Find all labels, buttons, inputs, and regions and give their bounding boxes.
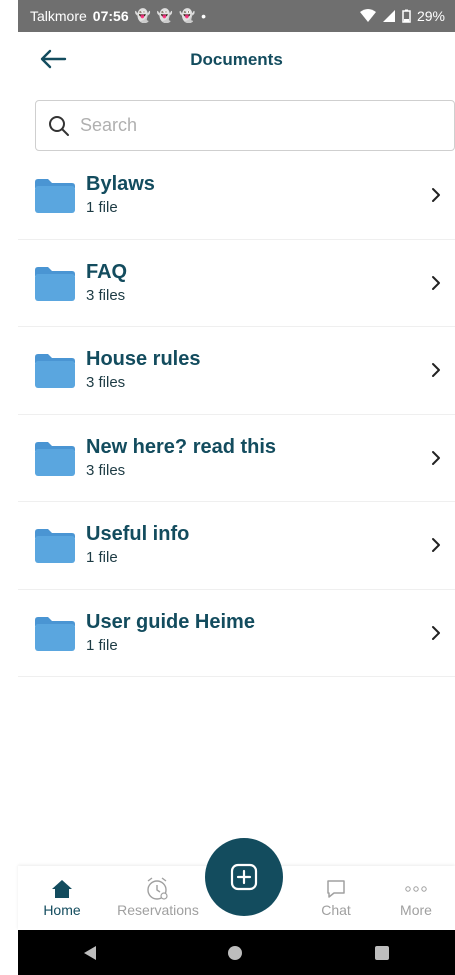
folder-file-count: 1 file — [86, 636, 118, 654]
nav-home[interactable]: Home — [22, 876, 102, 918]
alarm-clock-icon — [147, 877, 168, 900]
battery-icon — [402, 9, 411, 23]
folder-file-count: 1 file — [86, 199, 118, 216]
app-bar: Documents — [18, 32, 455, 88]
folder-file-count: 3 files — [86, 286, 126, 304]
plus-square-icon — [230, 863, 258, 891]
back-button[interactable] — [38, 44, 68, 74]
folder-icon — [35, 179, 75, 213]
add-button[interactable] — [205, 838, 283, 916]
notification-dot-icon: • — [201, 8, 207, 24]
folder-icon — [35, 616, 75, 651]
nav-more-label: More — [400, 902, 432, 918]
nav-chat-label: Chat — [321, 902, 351, 918]
chevron-right-icon — [432, 538, 440, 552]
carrier-label: Talkmore — [30, 8, 87, 24]
more-dots-icon — [405, 886, 427, 892]
folder-row[interactable]: New here? read this 3 files — [18, 415, 455, 502]
arrow-left-icon — [40, 49, 67, 69]
status-time: 07:56 — [92, 8, 129, 24]
search-icon — [49, 115, 69, 136]
nav-more[interactable]: More — [386, 876, 446, 918]
chevron-right-icon — [432, 363, 440, 377]
search-field[interactable] — [35, 100, 455, 151]
folder-row[interactable]: House rules 3 files — [18, 327, 455, 415]
folder-row[interactable]: User guide Heime 1 file — [18, 590, 455, 677]
page-title: Documents — [190, 50, 283, 69]
folder-name: FAQ — [86, 260, 128, 283]
folder-row[interactable]: Bylaws 1 file — [18, 152, 455, 240]
search-input[interactable] — [80, 115, 410, 136]
status-bar: Talkmore 07:56 👻 👻 👻 • 29% — [18, 0, 455, 32]
snapchat-icon: 👻 — [156, 8, 173, 23]
battery-percent: 29% — [416, 8, 445, 24]
folder-icon — [35, 441, 75, 476]
chevron-right-icon — [432, 450, 440, 465]
wifi-icon — [359, 9, 376, 22]
system-navigation-bar — [18, 930, 455, 975]
nav-chat[interactable]: Chat — [296, 876, 376, 918]
snapchat-icon: 👻 — [178, 8, 196, 23]
folder-list: Bylaws 1 file FAQ 3 files House rules 3 … — [18, 152, 455, 677]
chevron-right-icon — [432, 188, 440, 202]
folder-row[interactable]: Useful info 1 file — [18, 502, 455, 590]
folder-row[interactable]: FAQ 3 files — [18, 240, 455, 327]
home-icon — [52, 880, 72, 898]
folder-file-count: 1 file — [86, 549, 118, 566]
nav-reservations[interactable]: Reservations — [113, 876, 203, 918]
folder-name: Useful info — [86, 523, 190, 545]
folder-file-count: 3 files — [86, 461, 126, 479]
nav-home-label: Home — [43, 902, 81, 918]
back-triangle-icon[interactable] — [83, 945, 97, 961]
chat-icon — [327, 880, 345, 898]
nav-reservations-label: Reservations — [117, 902, 199, 918]
folder-file-count: 3 files — [86, 374, 126, 391]
chevron-right-icon — [432, 625, 440, 640]
chevron-right-icon — [432, 275, 440, 290]
folder-name: House rules — [86, 348, 201, 370]
recents-square-icon[interactable] — [374, 945, 390, 961]
folder-name: User guide Heime — [86, 610, 255, 633]
folder-icon — [35, 354, 75, 388]
home-circle-icon[interactable] — [227, 945, 243, 961]
folder-icon — [35, 529, 75, 563]
folder-icon — [35, 266, 75, 301]
signal-icon — [382, 10, 395, 22]
folder-name: New here? read this — [86, 435, 277, 458]
snapchat-icon: 👻 — [134, 8, 151, 23]
folder-name: Bylaws — [86, 173, 155, 195]
